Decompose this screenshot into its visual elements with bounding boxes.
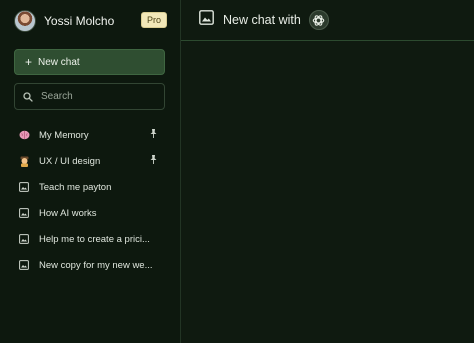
chat-item-label: Help me to create a prici... — [39, 233, 150, 245]
plus-icon: + — [25, 55, 33, 69]
chat-item-teach-me-payton[interactable]: Teach me payton — [18, 174, 163, 200]
pin-icon[interactable] — [150, 155, 157, 167]
chat-item-new-copy[interactable]: New copy for my new we... — [18, 252, 163, 278]
pro-badge: Pro — [140, 12, 167, 28]
sidebar: Yossi Molcho Pro + New chat M — [0, 0, 181, 343]
image-icon — [18, 233, 30, 245]
chat-item-label: Teach me payton — [39, 181, 112, 193]
chat-list: My Memory UX / UI design Teach me payton… — [18, 122, 163, 278]
new-chat-label: New chat — [38, 56, 80, 68]
new-chat-button[interactable]: + New chat — [14, 49, 165, 75]
chat-item-my-memory[interactable]: My Memory — [18, 122, 163, 148]
app: Yossi Molcho Pro + New chat M — [0, 0, 474, 343]
pin-icon[interactable] — [150, 129, 157, 141]
user-name: Yossi Molcho — [44, 14, 115, 28]
openai-logo-icon[interactable] — [308, 10, 329, 30]
chat-item-label: My Memory — [39, 129, 89, 141]
chat-body — [181, 42, 474, 343]
chat-item-ux-ui-design[interactable]: UX / UI design — [18, 148, 163, 174]
chat-item-label: UX / UI design — [39, 155, 101, 167]
image-icon[interactable] — [199, 10, 214, 30]
image-icon — [18, 181, 30, 193]
chat-item-how-ai-works[interactable]: How AI works — [18, 200, 163, 226]
search-input[interactable] — [41, 91, 151, 102]
page-title: New chat with — [223, 13, 301, 27]
designer-emoji-icon — [18, 155, 30, 167]
chat-item-pricing[interactable]: Help me to create a prici... — [18, 226, 163, 252]
search-box[interactable] — [14, 83, 165, 110]
image-icon — [18, 259, 30, 271]
main-panel: New chat with — [181, 0, 474, 343]
chat-item-label: New copy for my new we... — [39, 259, 153, 271]
chat-item-label: How AI works — [39, 207, 97, 219]
brain-icon — [18, 129, 30, 141]
user-profile[interactable]: Yossi Molcho Pro — [14, 9, 167, 33]
image-icon — [18, 207, 30, 219]
chat-header: New chat with — [181, 0, 474, 41]
avatar[interactable] — [14, 10, 36, 32]
search-icon — [23, 91, 33, 102]
